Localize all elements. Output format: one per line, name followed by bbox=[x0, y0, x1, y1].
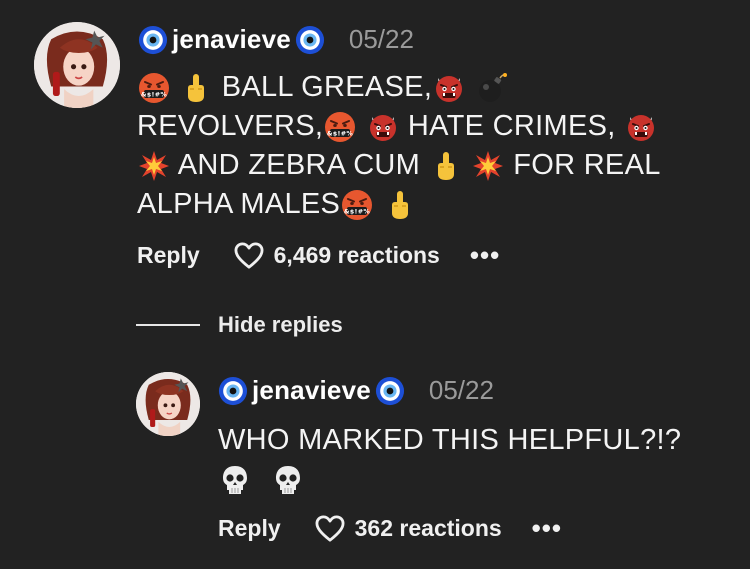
middle-finger-icon bbox=[384, 189, 416, 221]
collision-icon bbox=[472, 150, 504, 182]
reactions-count: 6,469 reactions bbox=[273, 242, 440, 268]
avatar-image bbox=[34, 22, 120, 108]
hide-replies-button[interactable]: Hide replies bbox=[218, 312, 343, 338]
heart-outline-icon bbox=[315, 514, 345, 542]
comment-header: jenavieve 05/22 bbox=[138, 24, 414, 55]
reply-button[interactable]: Reply bbox=[218, 515, 281, 542]
reply-body: WHO MARKED THIS HELPFUL?!? bbox=[218, 421, 738, 499]
reply-date: 05/22 bbox=[428, 375, 494, 405]
comment-line-2: REVOLVERS, HATE CRIMES, bbox=[137, 107, 737, 146]
comment-line-3: AND ZEBRA CUM FOR REAL bbox=[137, 146, 737, 185]
reactions-button[interactable]: 362 reactions bbox=[315, 514, 502, 543]
comment-username: jenavieve bbox=[172, 24, 291, 54]
hide-replies-row[interactable]: Hide replies bbox=[136, 312, 343, 338]
username-link[interactable]: jenavieve bbox=[218, 375, 405, 406]
middle-finger-icon bbox=[180, 72, 212, 104]
nazar-amulet-icon bbox=[295, 25, 325, 55]
comment-text-segment: FOR REAL bbox=[513, 149, 661, 181]
comment-text-segment: AND ZEBRA CUM bbox=[177, 149, 421, 181]
face-with-symbols-icon bbox=[138, 72, 170, 104]
reply-header: jenavieve 05/22 bbox=[218, 375, 494, 406]
comment-line-4: ALPHA MALES bbox=[137, 185, 737, 224]
middle-finger-icon bbox=[430, 150, 462, 182]
comment-text-segment: REVOLVERS, bbox=[137, 110, 324, 142]
commenter-avatar[interactable] bbox=[34, 22, 120, 108]
reply-text: WHO MARKED THIS HELPFUL?!? bbox=[218, 424, 682, 456]
comment-actions: Reply 6,469 reactions ••• bbox=[137, 240, 500, 271]
collision-icon bbox=[138, 150, 170, 182]
comment-line-1: BALL GREASE, bbox=[137, 68, 737, 107]
face-with-symbols-icon bbox=[341, 189, 373, 221]
reactions-button[interactable]: 6,469 reactions bbox=[234, 241, 440, 270]
thread-divider bbox=[136, 324, 200, 326]
more-options-button[interactable]: ••• bbox=[470, 240, 500, 271]
skull-icon bbox=[272, 464, 304, 496]
comment-text-segment: HATE CRIMES, bbox=[407, 110, 616, 142]
more-options-button[interactable]: ••• bbox=[532, 513, 562, 544]
skull-icon bbox=[219, 464, 251, 496]
reply-actions: Reply 362 reactions ••• bbox=[218, 513, 562, 544]
reply-button[interactable]: Reply bbox=[137, 242, 200, 269]
ogre-icon bbox=[433, 72, 465, 104]
face-with-symbols-icon bbox=[324, 111, 356, 143]
bomb-icon bbox=[476, 72, 508, 104]
nazar-amulet-icon bbox=[218, 376, 248, 406]
reply-emoji-line bbox=[218, 460, 738, 499]
reactions-count: 362 reactions bbox=[354, 515, 502, 541]
comment-text-segment: ALPHA MALES bbox=[137, 188, 341, 220]
reply-username: jenavieve bbox=[252, 375, 371, 405]
comment-body: BALL GREASE, REVOLVERS, HATE CRIMES, AND… bbox=[137, 68, 737, 224]
avatar-image bbox=[136, 372, 200, 436]
comment-text-segment: BALL GREASE, bbox=[221, 71, 433, 103]
reply-avatar[interactable] bbox=[136, 372, 200, 436]
comment-date: 05/22 bbox=[348, 24, 414, 54]
nazar-amulet-icon bbox=[138, 25, 168, 55]
nazar-amulet-icon bbox=[375, 376, 405, 406]
username-link[interactable]: jenavieve bbox=[138, 24, 325, 55]
ogre-icon bbox=[367, 111, 399, 143]
ogre-icon bbox=[625, 111, 657, 143]
heart-outline-icon bbox=[234, 241, 264, 269]
